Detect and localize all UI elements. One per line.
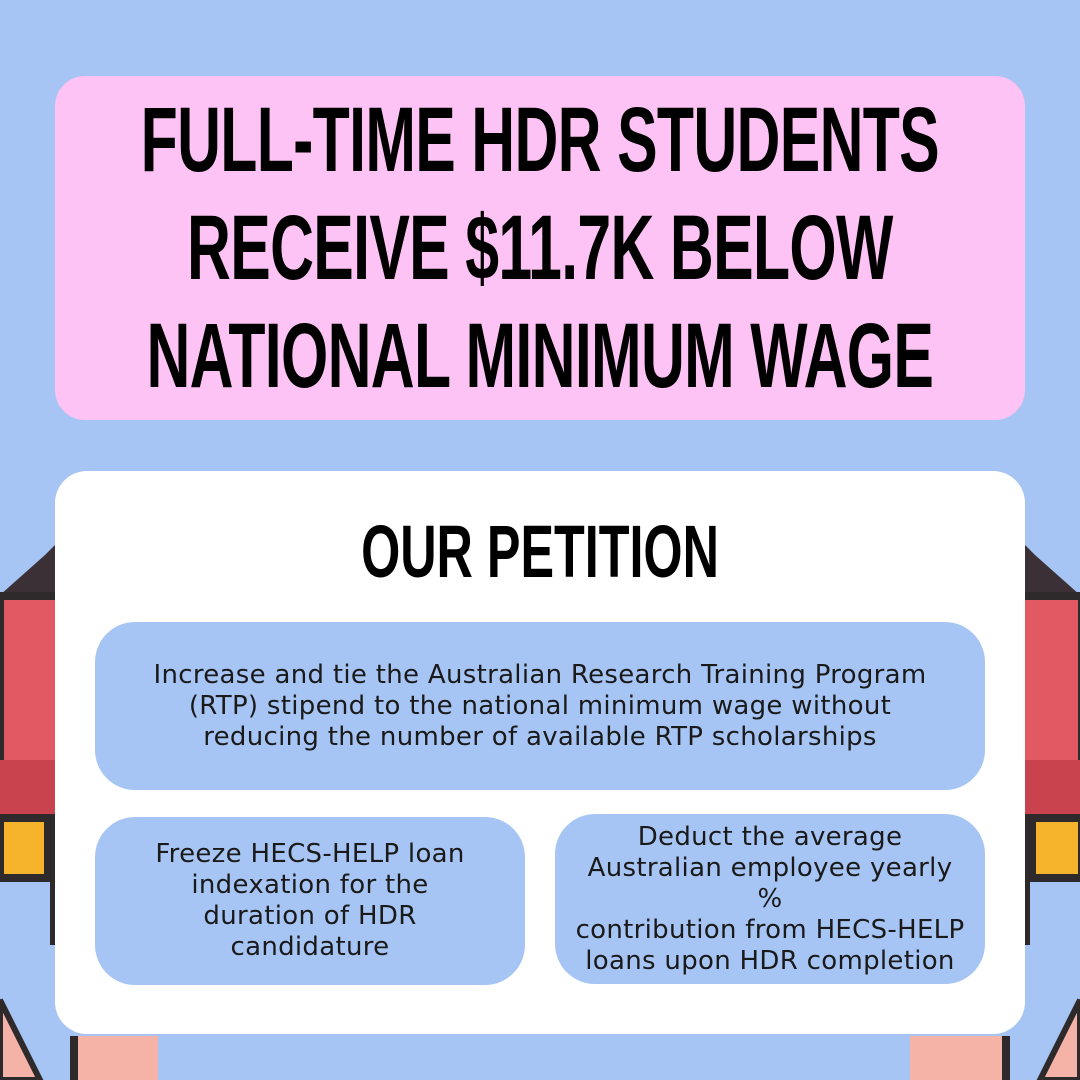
headline-line: NATIONAL MINIMUM WAGE	[146, 305, 934, 407]
petition-title: OUR PETITION	[361, 510, 719, 593]
petition-point-text: Freeze HECS-HELP loan indexation for the…	[155, 839, 465, 962]
headline: FULL-TIME HDR STUDENTS RECEIVE $11.7K BE…	[140, 86, 940, 410]
petition-point-text: Increase and tie the Australian Research…	[153, 659, 927, 752]
petition-card: OUR PETITION Increase and tie the Austra…	[55, 471, 1025, 1034]
petition-point-rtp-stipend: Increase and tie the Australian Research…	[95, 622, 985, 790]
petition-point-deduct-contribution: Deduct the average Australian employee y…	[555, 814, 985, 984]
headline-line: RECEIVE $11.7K BELOW	[187, 197, 893, 299]
headline-line: FULL-TIME HDR STUDENTS	[140, 89, 940, 191]
petition-point-text: Deduct the average Australian employee y…	[575, 821, 965, 976]
headline-banner: FULL-TIME HDR STUDENTS RECEIVE $11.7K BE…	[55, 76, 1025, 420]
petition-point-freeze-indexation: Freeze HECS-HELP loan indexation for the…	[95, 817, 525, 985]
